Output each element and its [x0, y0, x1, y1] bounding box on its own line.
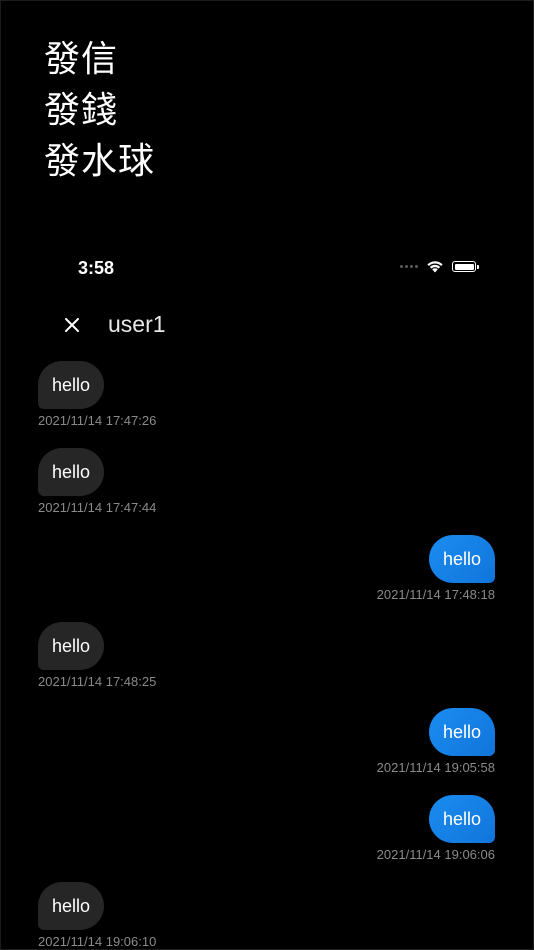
message-bubble[interactable]: hello [38, 448, 104, 496]
message-timestamp: 2021/11/14 17:47:44 [38, 500, 157, 515]
message-bubble[interactable]: hello [38, 361, 104, 409]
message-bubble[interactable]: hello [38, 882, 104, 930]
message-timestamp: 2021/11/14 17:48:18 [376, 587, 495, 602]
message-bubble[interactable]: hello [429, 535, 495, 583]
message-timestamp: 2021/11/14 19:06:10 [38, 934, 157, 949]
message-timestamp: 2021/11/14 17:48:25 [38, 674, 157, 689]
message-bubble[interactable]: hello [38, 622, 104, 670]
message-bubble[interactable]: hello [429, 795, 495, 843]
message-list: hello 2021/11/14 17:47:26 hello 2021/11/… [0, 0, 534, 950]
message-bubble[interactable]: hello [429, 708, 495, 756]
message-timestamp: 2021/11/14 19:05:58 [376, 760, 495, 775]
message-timestamp: 2021/11/14 19:06:06 [376, 847, 495, 862]
message-timestamp: 2021/11/14 17:47:26 [38, 413, 157, 428]
